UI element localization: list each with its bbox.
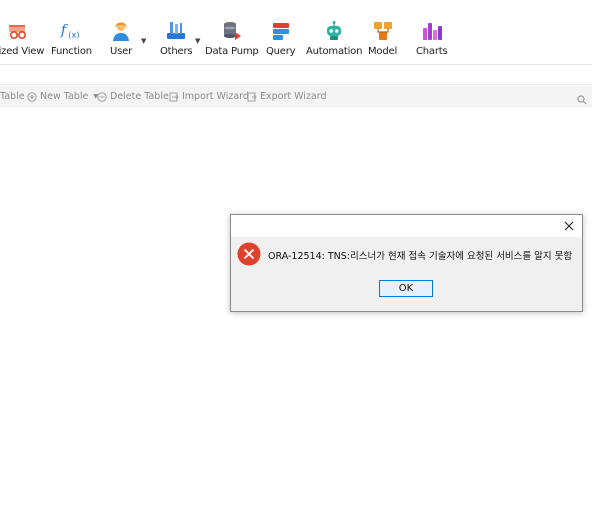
export-wizard-button[interactable]: Export Wizard <box>247 90 327 103</box>
export-icon <box>247 92 257 102</box>
others-button[interactable]: Others <box>160 20 193 60</box>
model-label: Model <box>368 46 398 57</box>
query-button[interactable]: Query <box>266 20 296 60</box>
import-wizard-button[interactable]: Import Wizard <box>169 90 249 103</box>
object-toolbar: Table New Table ▼ Delete Table Import Wi… <box>0 86 592 107</box>
charts-label: Charts <box>416 46 448 57</box>
query-label: Query <box>266 46 296 57</box>
charts-button[interactable]: Charts <box>416 20 448 60</box>
function-button[interactable]: f (x) Function <box>51 20 92 60</box>
user-label: User <box>110 46 132 57</box>
others-tools-icon <box>165 20 187 42</box>
automation-robot-icon <box>323 20 345 42</box>
tabs-bar <box>0 65 592 85</box>
model-button[interactable]: Model <box>368 20 397 60</box>
export-wizard-label: Export Wizard <box>260 91 327 102</box>
new-table-button[interactable]: New Table ▼ <box>27 90 98 103</box>
main-ribbon-toolbar: lized View f (x) Function User ▼ Others … <box>0 0 592 64</box>
ok-button[interactable]: OK <box>379 280 433 297</box>
user-button[interactable]: User <box>110 20 132 60</box>
search-icon[interactable] <box>577 90 587 105</box>
delete-table-label: Delete Table <box>110 91 169 102</box>
query-icon <box>270 20 292 42</box>
automation-button[interactable]: Automation <box>306 20 362 60</box>
error-message: ORA-12514: TNS:리스너가 현재 접속 기술자에 요청된 서비스를 … <box>268 251 573 262</box>
automation-label: Automation <box>306 46 363 57</box>
app-window: lized View f (x) Function User ▼ Others … <box>0 0 592 514</box>
new-table-label: New Table <box>40 91 89 102</box>
delete-table-button[interactable]: Delete Table <box>97 90 169 103</box>
open-table-label: Table <box>0 91 25 102</box>
dialog-titlebar <box>231 215 582 237</box>
error-dialog: ORA-12514: TNS:리스너가 현재 접속 기술자에 요청된 서비스를 … <box>230 214 583 312</box>
materialized-view-button[interactable]: lized View <box>0 20 44 60</box>
data-pump-button[interactable]: Data Pump <box>205 20 259 60</box>
others-dropdown-caret-icon[interactable]: ▼ <box>195 37 200 45</box>
data-pump-label: Data Pump <box>205 46 259 57</box>
others-label: Others <box>160 46 193 57</box>
error-icon <box>237 242 261 266</box>
import-wizard-label: Import Wizard <box>182 91 249 102</box>
svg-text:(x): (x) <box>69 29 80 39</box>
open-table-button[interactable]: Table <box>0 90 25 103</box>
user-dropdown-caret-icon[interactable]: ▼ <box>141 37 146 45</box>
function-label: Function <box>51 46 92 57</box>
charts-icon <box>421 20 443 42</box>
plus-circle-icon <box>27 91 37 102</box>
minus-circle-icon <box>97 91 107 102</box>
data-pump-icon <box>221 20 243 42</box>
model-icon <box>372 20 394 42</box>
tabs-divider <box>0 84 592 85</box>
function-icon: f (x) <box>60 20 82 42</box>
user-icon <box>110 20 132 42</box>
close-icon[interactable] <box>562 218 576 232</box>
materialized-view-label: lized View <box>0 46 45 57</box>
import-icon <box>169 92 179 102</box>
materialized-view-icon <box>9 20 31 42</box>
